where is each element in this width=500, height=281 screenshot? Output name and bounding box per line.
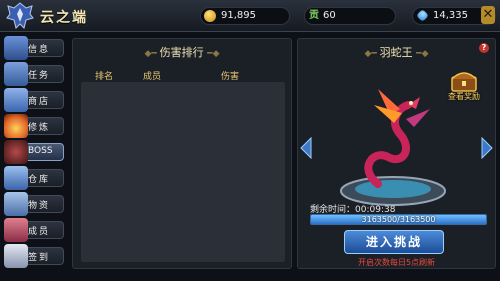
guild-name: 云之端: [40, 10, 88, 26]
sidebar-item-label: 仓库: [28, 175, 51, 185]
ranking-title-bar: ◆━ 伤害排行 ━◆: [73, 44, 291, 60]
boss-name: 羽蛇王: [379, 46, 413, 59]
sidebar-item-boss[interactable]: BOSS: [4, 140, 66, 164]
contribution-counter: 贡 60: [304, 7, 396, 25]
ornament-left-icon: ◆━: [144, 49, 160, 59]
column-header-rank: 排名: [95, 72, 114, 82]
warehouse-icon: [4, 166, 28, 190]
sidebar-item-label: 签到: [28, 253, 51, 263]
sidebar-item-label: 成员: [28, 227, 51, 237]
sidebar-item-members[interactable]: 成员: [4, 218, 66, 242]
shop-icon: [4, 88, 28, 112]
contribution-value: 60: [323, 10, 336, 21]
damage-ranking-panel: ◆━ 伤害排行 ━◆ 排名 成员 伤害: [72, 38, 292, 269]
sidebar-item-label: 信息: [28, 45, 51, 55]
sidebar-item-checkin[interactable]: 签到: [4, 244, 66, 268]
sidebar-item-label: 物资: [28, 201, 51, 211]
boss-title-bar: ◆━ 羽蛇王 ━◆: [298, 44, 495, 60]
top-bar: 云之端 91,895 贡 60 14,335 + ✕: [0, 0, 500, 32]
guild-emblem-icon: [6, 2, 34, 29]
next-boss-arrow-icon[interactable]: [481, 137, 493, 159]
gem-icon: [416, 9, 429, 22]
help-icon[interactable]: ?: [479, 43, 489, 53]
sidebar: 信息 任务 商店 修炼 BOSS 仓库 物资 成员 签到: [4, 36, 66, 276]
gold-coin-icon: [204, 10, 216, 22]
scroll-icon: [4, 62, 28, 86]
sidebar-item-label: 修炼: [28, 123, 51, 133]
flame-icon: [4, 114, 28, 138]
supplies-icon: [4, 192, 28, 216]
sidebar-item-label: 任务: [28, 71, 51, 81]
sidebar-item-warehouse[interactable]: 仓库: [4, 166, 66, 190]
gem-value: 14,335: [433, 10, 468, 21]
sidebar-item-info[interactable]: 信息: [4, 36, 66, 60]
book-icon: [4, 36, 28, 60]
ornament-left-icon: ◆━: [364, 49, 380, 59]
boss-hp-bar: 3163500/3163500: [310, 214, 487, 225]
boss-feathered-serpent-image: [340, 89, 446, 206]
sidebar-item-label: 商店: [28, 97, 51, 107]
ranking-title: 伤害排行: [159, 46, 204, 59]
contribution-label: 贡: [309, 10, 319, 21]
previous-boss-arrow-icon[interactable]: [300, 137, 312, 159]
sidebar-item-supplies[interactable]: 物资: [4, 192, 66, 216]
ornament-right-icon: ━◆: [207, 49, 220, 59]
checkin-icon: [4, 244, 28, 268]
boss-panel: ◆━ 羽蛇王 ━◆ ? 查看奖励 剩余时间：00:09:38 3163500/3…: [297, 38, 496, 269]
gold-value: 91,895: [221, 10, 256, 21]
column-header-damage: 伤害: [221, 72, 240, 82]
boss-icon: [4, 140, 28, 164]
gold-counter: 91,895: [200, 7, 290, 25]
close-button[interactable]: ✕: [481, 6, 495, 24]
sidebar-item-tasks[interactable]: 任务: [4, 62, 66, 86]
refresh-note: 开启次数每日5点刷新: [357, 258, 436, 267]
ornament-right-icon: ━◆: [416, 49, 429, 59]
members-icon: [4, 218, 28, 242]
column-header-member: 成员: [143, 72, 162, 82]
boss-hp-text: 3163500/3163500: [361, 215, 436, 224]
sidebar-item-train[interactable]: 修炼: [4, 114, 66, 138]
enter-challenge-button[interactable]: 进入挑战: [344, 230, 444, 254]
sidebar-item-label: BOSS: [28, 146, 53, 156]
sidebar-item-shop[interactable]: 商店: [4, 88, 66, 112]
ranking-list[interactable]: [81, 82, 285, 262]
